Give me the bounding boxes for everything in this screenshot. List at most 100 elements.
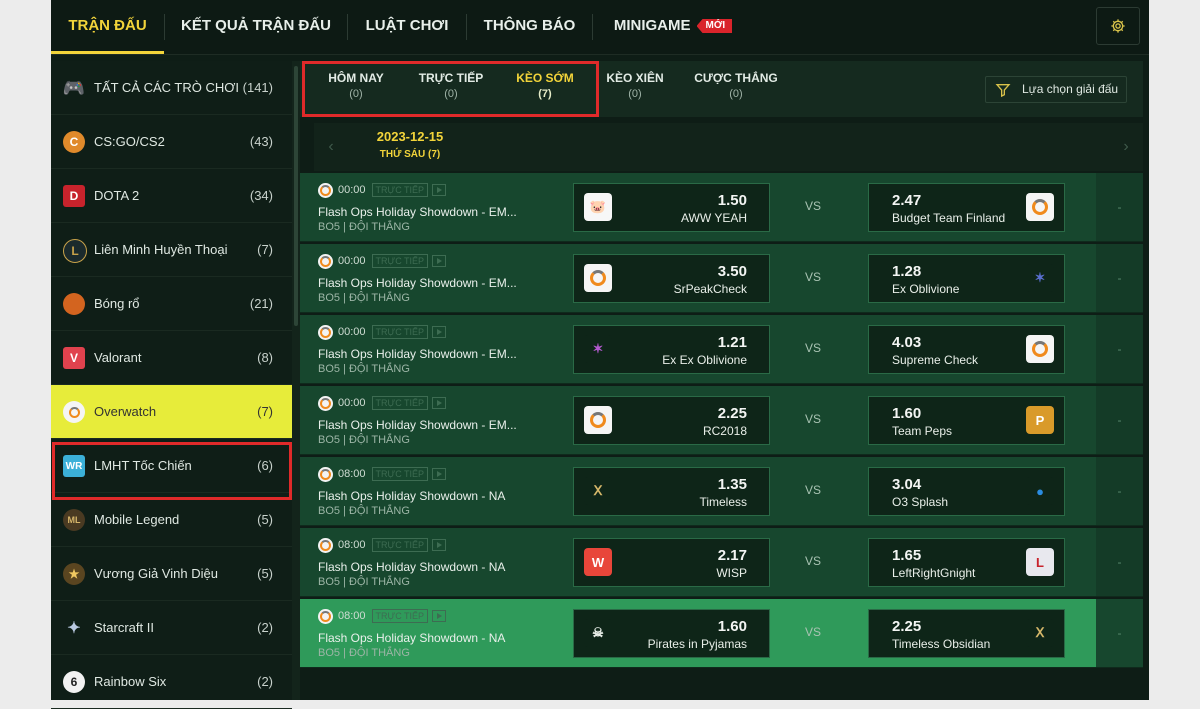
home-odd: 2.25 — [717, 405, 747, 422]
sidebar-item-overwatch[interactable]: Overwatch (7) — [51, 385, 292, 439]
sidebar-scroll-thumb[interactable] — [294, 66, 298, 326]
home-odds-button[interactable]: 3.50 SrPeakCheck — [573, 254, 770, 303]
tab-tran-dau[interactable]: TRẬN ĐẤU — [51, 0, 164, 54]
sidebar-item-dota2[interactable]: D DOTA 2 (34) — [51, 169, 292, 223]
away-odds-button[interactable]: P 1.60 Team Peps — [868, 396, 1065, 445]
overwatch-icon — [318, 395, 333, 411]
overwatch-icon — [318, 466, 333, 482]
vs-label: VS — [805, 199, 822, 213]
sidebar-item-mobile-legend[interactable]: ML Mobile Legend (5) — [51, 493, 292, 547]
home-odds-button[interactable]: ✶ 1.21 Ex Ex Oblivione — [573, 325, 770, 374]
play-icon[interactable] — [432, 326, 447, 338]
match-row: 00:00 TRỰC TIẾP Flash Ops Holiday Showdo… — [300, 173, 1143, 242]
match-format: BO5 | ĐỘI THẮNG — [318, 221, 410, 233]
away-odds-button[interactable]: ● 3.04 O3 Splash — [868, 467, 1065, 516]
next-date-button[interactable]: › — [1109, 123, 1143, 171]
play-icon[interactable] — [432, 397, 447, 409]
away-odd: 1.60 — [892, 405, 922, 422]
away-odds-button[interactable]: Ⅹ 2.25 Timeless Obsidian — [868, 609, 1065, 658]
tournament-filter-button[interactable]: Lựa chọn giải đấu — [985, 76, 1127, 103]
sidebar-item-csgo[interactable]: C CS:GO/CS2 (43) — [51, 115, 292, 169]
home-odds-button[interactable]: Ⅹ 1.35 Timeless — [573, 467, 770, 516]
match-time: 00:00 — [338, 184, 366, 196]
rainbow-six-icon: 6 — [63, 671, 85, 693]
match-meta: 00:00 TRỰC TIẾP — [318, 324, 447, 340]
o3-splash-logo: ● — [1026, 477, 1054, 505]
away-odds-button[interactable]: L 1.65 LeftRightGnight — [868, 538, 1065, 587]
match-format: BO5 | ĐỘI THẮNG — [318, 647, 410, 659]
subtab-cuoc-thang[interactable]: CƯỢC THẮNG (0) — [688, 70, 784, 102]
away-odd: 2.47 — [892, 192, 922, 209]
home-odds-button[interactable]: W 2.17 WISP — [573, 538, 770, 587]
chevron-right-icon: › — [1123, 138, 1129, 155]
away-odd: 3.04 — [892, 476, 922, 493]
new-badge: MỚI — [696, 19, 733, 33]
sidebar-item-lol[interactable]: L Liên Minh Huyền Thoại (7) — [51, 223, 292, 277]
weekday-label: THỨ SÁU (7) — [379, 149, 441, 160]
play-icon[interactable] — [432, 539, 447, 551]
tab-luat-choi[interactable]: LUẬT CHƠI — [348, 0, 466, 54]
match-meta: 00:00 TRỰC TIẾP — [318, 253, 447, 269]
sidebar-item-honor-of-kings[interactable]: ★ Vương Giả Vinh Diệu (5) — [51, 547, 292, 601]
more-markets-button[interactable]: - — [1096, 528, 1143, 596]
dota2-icon: D — [63, 185, 85, 207]
away-odds-button[interactable]: 4.03 Supreme Check — [868, 325, 1065, 374]
play-icon[interactable] — [432, 255, 447, 267]
match-row: 08:00 TRỰC TIẾP Flash Ops Holiday Showdo… — [300, 599, 1143, 668]
home-team-name: AWW YEAH — [680, 211, 747, 225]
match-row: 08:00 TRỰC TIẾP Flash Ops Holiday Showdo… — [300, 457, 1143, 526]
team-peps-logo: P — [1026, 406, 1054, 434]
tournament-name: Flash Ops Holiday Showdown - EM... — [318, 347, 517, 361]
more-markets-button[interactable]: - — [1096, 599, 1143, 667]
settings-button[interactable] — [1096, 7, 1140, 45]
away-team-name: Budget Team Finland — [892, 211, 1006, 225]
app-window: TRẬN ĐẤU KẾT QUẢ TRẬN ĐẤU LUẬT CHƠI THÔN… — [51, 0, 1149, 709]
home-odds-button[interactable]: 🐷 1.50 AWW YEAH — [573, 183, 770, 232]
prev-date-button[interactable]: ‹ — [314, 123, 348, 171]
away-odds-button[interactable]: 2.47 Budget Team Finland — [868, 183, 1065, 232]
sidebar-item-basketball[interactable]: Bóng rổ (21) — [51, 277, 292, 331]
more-markets-button[interactable]: - — [1096, 173, 1143, 241]
home-team-name: WISP — [716, 566, 747, 580]
overwatch-logo — [584, 264, 612, 292]
away-odd: 1.65 — [892, 547, 922, 564]
tournament-name: Flash Ops Holiday Showdown - NA — [318, 560, 506, 574]
more-markets-button[interactable]: - — [1096, 457, 1143, 525]
home-odds-button[interactable]: ☠ 1.60 Pirates in Pyjamas — [573, 609, 770, 658]
sidebar-item-rainbow-six[interactable]: 6 Rainbow Six (2) — [51, 655, 292, 709]
honor-of-kings-icon: ★ — [63, 563, 85, 585]
more-markets-button[interactable]: - — [1096, 386, 1143, 454]
tournament-name: Flash Ops Holiday Showdown - EM... — [318, 418, 517, 432]
match-meta: 08:00 TRỰC TIẾP — [318, 608, 447, 624]
tournament-name: Flash Ops Holiday Showdown - NA — [318, 489, 506, 503]
away-odds-button[interactable]: ✶ 1.28 Ex Oblivione — [868, 254, 1065, 303]
play-icon[interactable] — [432, 610, 447, 622]
more-markets-button[interactable]: - — [1096, 315, 1143, 383]
sidebar-item-valorant[interactable]: V Valorant (8) — [51, 331, 292, 385]
sidebar-item-all-games[interactable]: 🎮 TẤT CẢ CÁC TRÒ CHƠI (141) — [51, 61, 292, 115]
play-icon[interactable] — [432, 184, 447, 196]
live-tag: TRỰC TIẾP — [371, 467, 429, 481]
tab-thong-bao[interactable]: THÔNG BÁO — [467, 0, 592, 54]
date-label[interactable]: 2023-12-15 — [350, 129, 470, 144]
tab-minigame[interactable]: MINIGAME MỚI — [593, 0, 753, 54]
timeless-logo: Ⅹ — [584, 477, 612, 505]
overwatch-icon — [318, 537, 333, 553]
more-markets-button[interactable]: - — [1096, 244, 1143, 312]
home-odds-button[interactable]: 2.25 RC2018 — [573, 396, 770, 445]
match-time: 00:00 — [338, 397, 366, 409]
tab-ket-qua-tran-dau[interactable]: KẾT QUẢ TRẬN ĐẤU — [165, 0, 347, 54]
csgo-icon: C — [63, 131, 85, 153]
leftrightgnight-logo: L — [1026, 548, 1054, 576]
away-team-name: Supreme Check — [892, 353, 979, 367]
sidebar-item-starcraft[interactable]: ✦ Starcraft II (2) — [51, 601, 292, 655]
game-sidebar: 🎮 TẤT CẢ CÁC TRÒ CHƠI (141) C CS:GO/CS2 … — [51, 61, 292, 709]
chevron-left-icon: ‹ — [328, 138, 334, 155]
away-team-name: Ex Oblivione — [892, 282, 960, 296]
home-team-name: Ex Ex Oblivione — [662, 353, 747, 367]
match-row: 00:00 TRỰC TIẾP Flash Ops Holiday Showdo… — [300, 244, 1143, 313]
match-time: 00:00 — [338, 255, 366, 267]
subtab-keo-xien[interactable]: KÈO XIÊN (0) — [600, 70, 670, 102]
match-meta: 08:00 TRỰC TIẾP — [318, 537, 447, 553]
play-icon[interactable] — [432, 468, 447, 480]
